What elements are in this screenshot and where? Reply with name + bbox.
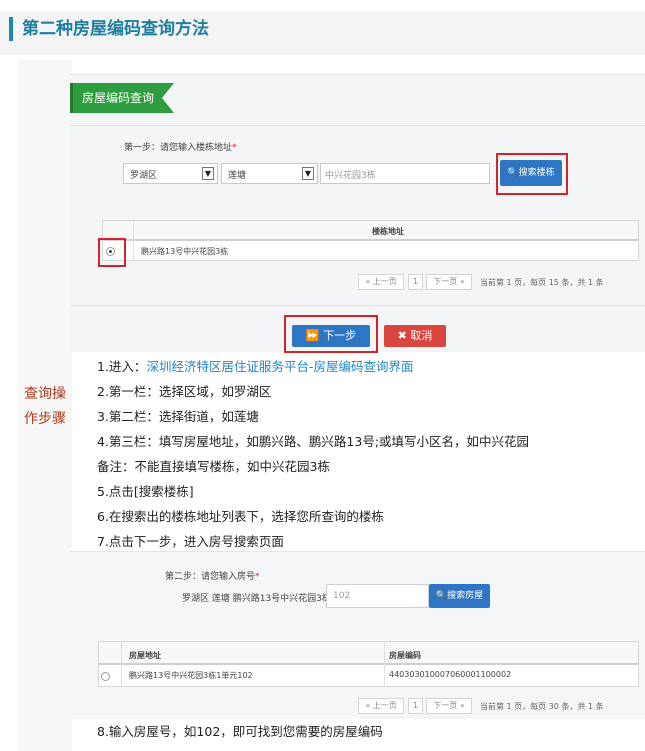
column-divider [133,221,134,260]
prev-page-button[interactable]: « 上一页 [358,274,404,290]
step-item: 1.进入：深圳经济特区居住证服务平台-房屋编码查询界面 [97,359,414,374]
column-divider [384,642,385,686]
page-tag: 房屋编码查询 [70,83,174,113]
side-column: 查询操作步骤 [18,60,72,751]
section-header: 第二种房屋编码查询方法 [0,11,645,55]
step-note: 备注：不能直接填写楼栋，如中兴花园3栋 [97,459,330,474]
column-divider [121,642,122,686]
side-label: 查询操作步骤 [24,386,66,427]
district-select[interactable]: 罗湖区 ▼ [123,163,218,184]
close-icon: ✖ [397,329,407,342]
table-header: 房屋地址 房屋编码 [99,642,638,665]
table-header: 楼栋地址 [103,221,638,241]
table-cell-house-address[interactable]: 鹏兴路13号中兴花园3栋1单元102 [129,670,253,681]
next-page-button[interactable]: 下一页 » [426,698,472,714]
chevron-down-icon: ▼ [202,167,214,180]
section-title: 第二种房屋编码查询方法 [22,19,209,39]
building-table: 楼栋地址 鹏兴路13号中兴花园3栋 [102,220,639,261]
step-item: 6.在搜索出的楼栋地址列表下，选择您所查询的楼栋 [97,509,384,524]
column-header-building-address: 楼栋地址 [372,227,404,236]
step-two-label: 第二步：请您输入房号* [165,572,260,582]
instruction-steps: 1.进入：深圳经济特区居住证服务平台-房屋编码查询界面 2.第一栏：选择区域，如… [97,354,645,554]
house-table: 房屋地址 房屋编码 鹏兴路13号中兴花园3栋1单元102 44030301000… [98,641,639,687]
page-number-button[interactable]: 1 [408,274,423,290]
table-row-building[interactable]: 鹏兴路13号中兴花园3栋 [141,246,228,257]
divider [70,305,645,306]
search-house-button[interactable]: 🔍搜索房屋 [429,584,490,608]
row-select-radio[interactable] [101,672,110,681]
address-input[interactable]: 中兴花园3栋 [320,163,490,184]
cancel-button[interactable]: ✖ 取消 [384,325,446,347]
step-item: 2.第一栏：选择区域，如罗湖区 [97,384,272,399]
pager-info: 当前第 1 页，每页 15 条，共 1 条 [480,278,604,287]
table-cell-house-code: 440303010007060001100002 [389,670,512,679]
step-item: 4.第三栏：填写房屋地址，如鹏兴路、鹏兴路13号;或填写小区名，如中兴花园 [97,434,530,449]
step-one-label: 第一步：请您输入楼栋地址* [124,143,237,153]
pager-info: 当前第 1 页，每页 30 条，共 1 条 [480,702,604,711]
page-number-button[interactable]: 1 [408,698,423,714]
final-step: 8.输入房屋号，如102，即可找到您需要的房屋编码 [97,724,383,739]
step-item: 5.点击[搜索楼栋] [97,484,194,499]
prev-page-button[interactable]: « 上一页 [358,698,404,714]
room-number-input[interactable]: 102 [326,584,429,608]
chevron-down-icon: ▼ [302,167,314,180]
screenshot-step-two: 第二步：请您输入房号* 罗湖区 莲塘 鹏兴路13号中兴花园3栋 102 🔍搜索房… [70,551,645,719]
header-accent-bar [9,17,13,41]
street-select[interactable]: 莲塘 ▼ [221,163,318,184]
column-header-house-address: 房屋地址 [129,651,161,660]
screenshot-step-one: 房屋编码查询 第一步：请您输入楼栋地址* 罗湖区 ▼ 莲塘 ▼ 中兴花园3栋 🔍… [70,74,645,353]
search-icon: 🔍 [435,591,448,601]
page-tag-label: 房屋编码查询 [82,91,155,105]
divider [70,125,645,126]
step-item: 3.第二栏：选择街道，如莲塘 [97,409,259,424]
next-page-button[interactable]: 下一页 » [426,274,472,290]
highlight-box [496,153,568,195]
column-header-house-code: 房屋编码 [389,651,421,660]
highlight-box [98,238,126,267]
platform-link[interactable]: 深圳经济特区居住证服务平台-房屋编码查询界面 [146,359,413,374]
highlight-box [284,315,378,353]
selected-building-address: 罗湖区 莲塘 鹏兴路13号中兴花园3栋 [182,594,331,604]
